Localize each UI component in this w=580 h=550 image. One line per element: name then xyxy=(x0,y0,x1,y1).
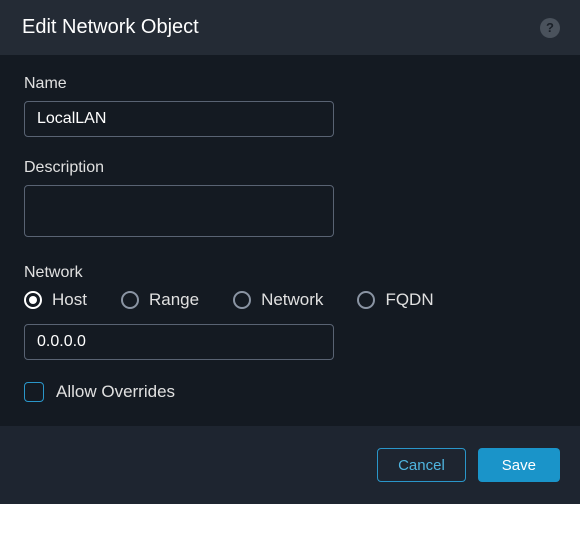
name-input[interactable] xyxy=(24,101,334,137)
radio-network-label: Network xyxy=(261,290,323,310)
dialog-title: Edit Network Object xyxy=(22,16,199,39)
help-icon[interactable]: ? xyxy=(540,18,560,38)
radio-fqdn-label: FQDN xyxy=(385,290,433,310)
radio-icon xyxy=(24,291,42,309)
radio-host-label: Host xyxy=(52,290,87,310)
radio-range-label: Range xyxy=(149,290,199,310)
radio-host[interactable]: Host xyxy=(24,290,87,310)
network-type-radio-group: Host Range Network FQDN xyxy=(24,290,556,310)
name-label: Name xyxy=(24,75,556,93)
radio-network[interactable]: Network xyxy=(233,290,323,310)
allow-overrides-label: Allow Overrides xyxy=(56,382,175,402)
description-field-group: Description xyxy=(24,159,556,242)
radio-range[interactable]: Range xyxy=(121,290,199,310)
dialog-body: Name Description Network Host Range xyxy=(0,55,580,426)
description-input[interactable] xyxy=(24,185,334,237)
cancel-button[interactable]: Cancel xyxy=(377,448,466,482)
radio-icon xyxy=(357,291,375,309)
save-button[interactable]: Save xyxy=(478,448,560,482)
radio-icon xyxy=(233,291,251,309)
network-field-group: Network Host Range Network FQDN xyxy=(24,264,556,360)
description-label: Description xyxy=(24,159,556,177)
checkbox-icon xyxy=(24,382,44,402)
name-field-group: Name xyxy=(24,75,556,137)
network-label: Network xyxy=(24,264,556,282)
network-value-input[interactable] xyxy=(24,324,334,360)
dialog-header: Edit Network Object ? xyxy=(0,0,580,55)
radio-fqdn[interactable]: FQDN xyxy=(357,290,433,310)
radio-icon xyxy=(121,291,139,309)
edit-network-object-dialog: Edit Network Object ? Name Description N… xyxy=(0,0,580,504)
dialog-footer: Cancel Save xyxy=(0,426,580,504)
allow-overrides-checkbox-row[interactable]: Allow Overrides xyxy=(24,382,556,402)
